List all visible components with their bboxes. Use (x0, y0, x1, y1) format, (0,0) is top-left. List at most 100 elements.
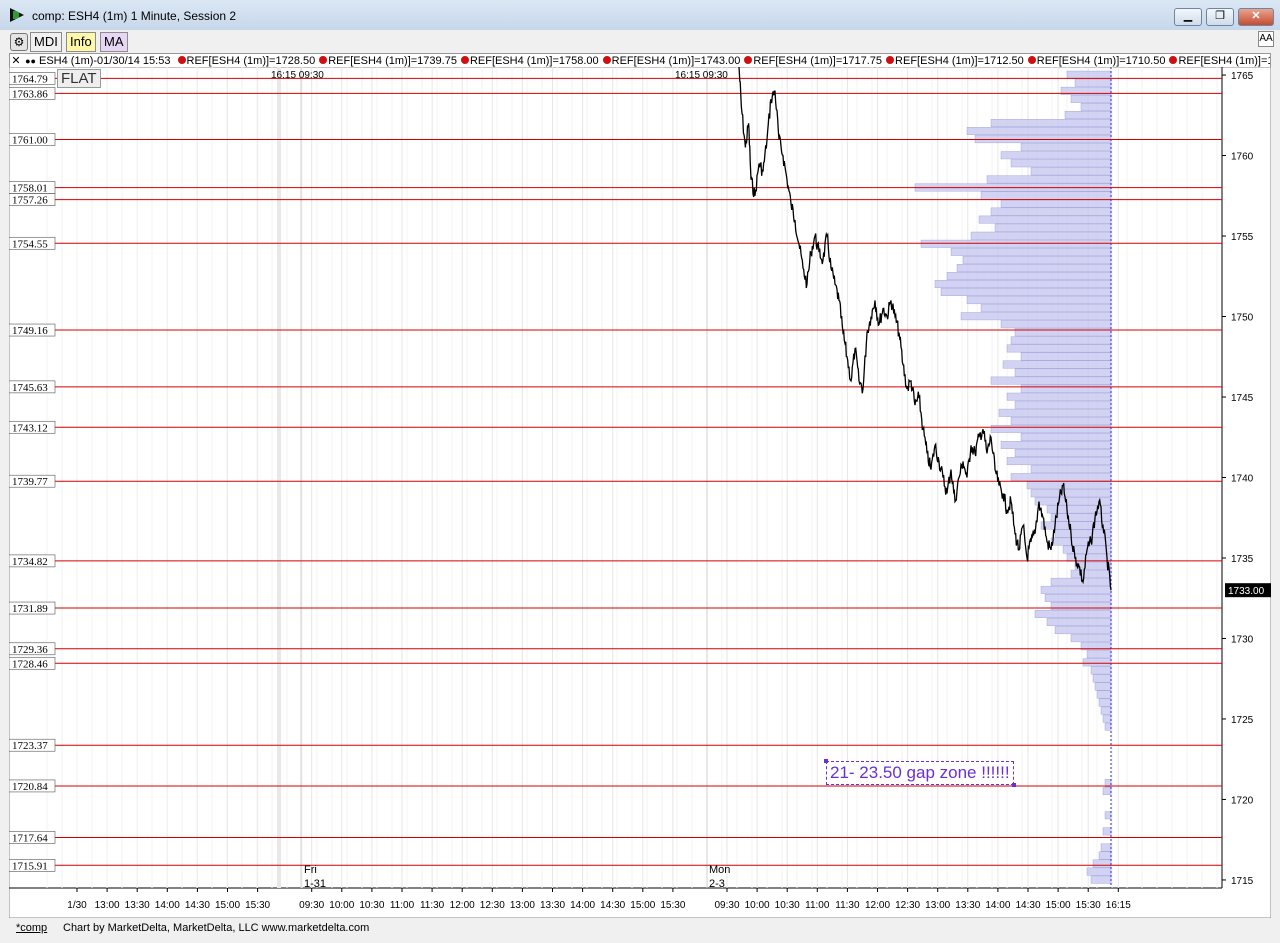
window-title: comp: ESH4 (1m) 1 Minute, Session 2 (32, 9, 237, 23)
volume-profile-bar (1006, 344, 1112, 353)
volume-profile-bar (990, 376, 1112, 385)
ref-level-label: 1728.46 (12, 658, 48, 670)
ref-level-label: 1720.84 (12, 781, 48, 793)
ref-level-label: 1763.86 (12, 88, 48, 100)
y-tick-label: 1725 (1231, 715, 1254, 726)
volume-profile-bar (956, 264, 1112, 272)
ref-value-6: REF[ESH4 (1m)]=1710.50 (1036, 55, 1166, 67)
x-tick-label: 13:00 (510, 900, 535, 911)
x-tick-label: 15:00 (1046, 900, 1071, 911)
volume-profile-bar (966, 127, 1112, 136)
volume-profile-bar (1040, 521, 1112, 530)
close-info-icon[interactable]: ✕ (10, 54, 22, 68)
x-tick-label: 10:30 (775, 900, 800, 911)
y-tick-label: 1740 (1231, 474, 1254, 485)
close-button[interactable]: ✕ (1238, 8, 1274, 26)
volume-profile-bar (1100, 843, 1112, 852)
volume-profile-bar (980, 191, 1112, 200)
volume-profile-bar (1020, 143, 1112, 152)
volume-profile-bar (1040, 585, 1112, 594)
x-tick-label: 12:00 (865, 900, 890, 911)
restore-button[interactable]: ❐ (1206, 8, 1234, 26)
volume-profile-bar (1000, 199, 1112, 208)
x-tick-label: 14:30 (1015, 900, 1040, 911)
ref-level-label: 1749.16 (12, 325, 48, 337)
info-button[interactable]: Info (66, 32, 96, 52)
volume-profile-bar (1104, 722, 1112, 731)
volume-profile-bar (1020, 384, 1112, 393)
volume-profile-bar (1102, 714, 1112, 723)
session-mark-label: 16:15 09:30 (271, 70, 324, 81)
volume-profile-bar (1070, 94, 1112, 103)
x-tick-label: 15:30 (1076, 900, 1101, 911)
ref-level-label: 1715.91 (12, 860, 48, 872)
ref-dot-icon (319, 56, 328, 64)
ref-dot-icon (602, 56, 611, 64)
volume-profile-bar (1098, 851, 1112, 860)
x-tick-label: 10:30 (359, 900, 384, 911)
volume-profile-bar (990, 424, 1112, 433)
y-tick-label: 1735 (1231, 554, 1254, 565)
minimize-button[interactable]: ▁ (1174, 8, 1202, 26)
ref-level-label: 1764.79 (12, 73, 48, 85)
ref-level-label: 1729.36 (12, 644, 48, 656)
volume-profile-bar (1054, 529, 1112, 538)
x-tick-label: 13:00 (95, 900, 120, 911)
x-tick-label: 11:00 (390, 900, 415, 911)
volume-profile-bar (1086, 650, 1112, 659)
ref-value-0: REF[ESH4 (1m)]=1728.50 (186, 55, 316, 67)
gear-icon[interactable]: ⚙ (10, 33, 28, 51)
font-size-button[interactable]: AA (1258, 31, 1274, 47)
volume-profile-bar (1046, 618, 1112, 627)
ref-level-label: 1758.01 (12, 183, 48, 195)
toolbar (0, 30, 1280, 52)
ref-value-3: REF[ESH4 (1m)]=1743.00 (611, 55, 741, 67)
volume-profile-bar (1080, 103, 1112, 111)
ref-dot-icon (177, 56, 186, 64)
volume-profile-bar (1006, 392, 1112, 401)
volume-profile-bar (1094, 682, 1112, 691)
x-tick-label: 09:30 (299, 900, 324, 911)
mdi-button[interactable]: MDI (30, 32, 62, 52)
ref-level-label: 1761.00 (12, 134, 48, 146)
volume-profile-bar (998, 408, 1112, 417)
volume-profile-bar (1000, 320, 1112, 329)
y-tick-label: 1715 (1231, 876, 1254, 887)
volume-profile-bar (980, 304, 1112, 313)
symbol-info: ESH4 (1m)-01/30/14 15:53 (39, 55, 171, 67)
ref-study-list: REF[ESH4 (1m)]=1728.50 REF[ESH4 (1m)]=173… (174, 55, 1270, 67)
ref-value-5: REF[ESH4 (1m)]=1712.50 (895, 55, 1024, 67)
y-tick-label: 1755 (1231, 232, 1254, 243)
y-tick-label: 1745 (1231, 393, 1254, 404)
volume-profile-bar (1050, 602, 1112, 610)
window-titlebar: comp: ESH4 (1m) 1 Minute, Session 2 ▁ ❐ … (0, 0, 1280, 31)
x-tick-label: 14:00 (155, 900, 180, 911)
y-tick-label: 1760 (1231, 152, 1254, 163)
volume-profile-bar (970, 231, 1112, 240)
x-tick-label: 13:00 (925, 900, 950, 911)
gap-zone-annotation[interactable]: 21- 23.50 gap zone !!!!!! (824, 759, 1016, 787)
ma-button[interactable]: MA (100, 32, 128, 52)
ref-level-label: 1757.26 (12, 195, 48, 207)
volume-profile-bar (1010, 473, 1112, 482)
x-tick-label: 16:15 (1106, 900, 1131, 911)
volume-profile-bar (946, 272, 1112, 280)
ref-value-1: REF[ESH4 (1m)]=1739.75 (328, 55, 457, 67)
x-tick-label: 11:30 (835, 900, 860, 911)
ref-value-4: REF[ESH4 (1m)]=1717.75 (753, 55, 883, 67)
price-chart[interactable]: 1/30 13:00 13:30 14:00 14:30 15:00 15:30 09:30 1… (9, 67, 1271, 918)
volume-profile-bar (1020, 352, 1112, 361)
comp-tab-link[interactable]: *comp (16, 922, 47, 934)
volume-profile-bar (1044, 594, 1112, 602)
date-label: 1-31 (304, 878, 326, 890)
ref-level-label: 1717.64 (12, 832, 48, 844)
volume-profile-bar (934, 280, 1112, 288)
volume-profile-bar (1000, 151, 1112, 160)
y-tick-label: 1750 (1231, 313, 1254, 324)
x-tick-label: 10:00 (329, 900, 354, 911)
volume-profile-bar (986, 175, 1112, 184)
volume-profile-bar (1026, 481, 1112, 490)
date-label: 2-3 (709, 878, 725, 890)
volume-profile-bar (1102, 827, 1112, 836)
ref-dot-icon (744, 56, 753, 64)
